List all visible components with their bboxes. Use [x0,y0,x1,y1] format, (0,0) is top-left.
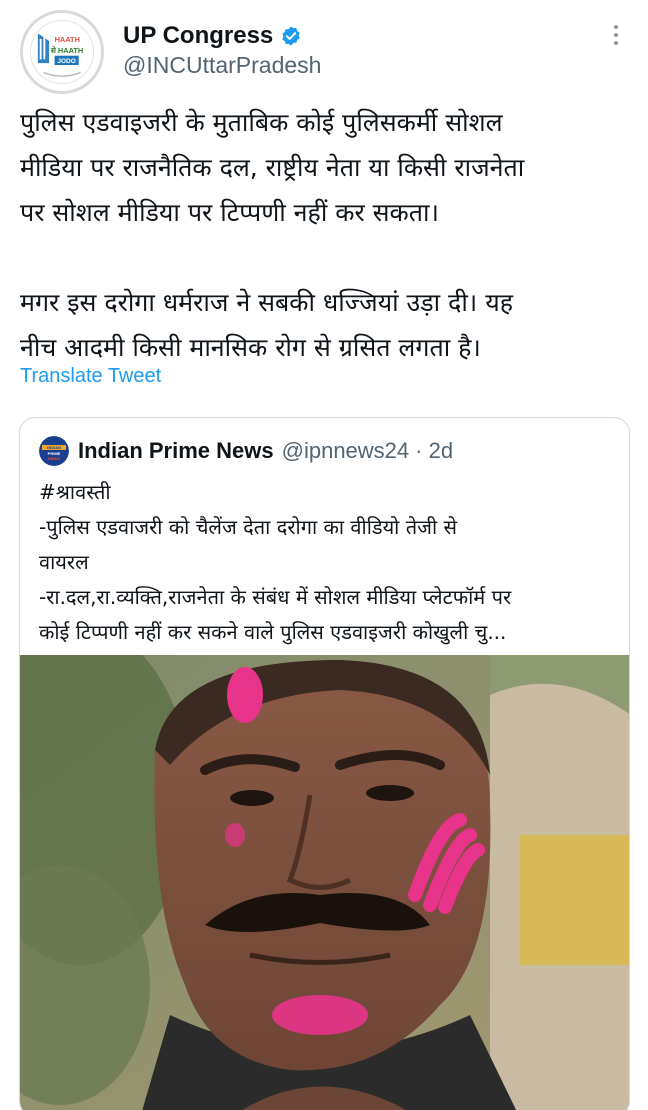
logo-text-line-1: INDIAN [47,445,61,450]
quoted-tweet-text: #श्रावस्ती -पुलिस एडवाजरी को चैलेंज देता… [39,475,619,650]
quoted-text-line: वायरल [39,550,89,574]
quoted-tweet-header: INDIAN PRIME NEWS Indian Prime News @ipn… [39,436,453,466]
quoted-text-line: -पुलिस एडवाजरी को चैलेंज देता दरोगा का व… [39,515,458,539]
quoted-author-display-name[interactable]: Indian Prime News [78,438,274,464]
verified-badge-icon [282,26,300,46]
logo-text-line-1: HAATH [55,35,80,44]
tweet-text-line: मगर इस दरोगा धर्मराज ने सबकी धज्जियां उड… [20,288,513,317]
quoted-text-line: -रा.दल,रा.व्यक्ति,राजनेता के संबंध में स… [39,585,512,609]
tweet-text-line: मीडिया पर राजनैतिक दल, राष्ट्रीय नेता या… [20,153,525,182]
quoted-tweet-time[interactable]: · 2d [415,438,453,464]
quoted-author-handle[interactable]: @ipnnews24 [282,438,410,464]
tweet-text-line: पुलिस एडवाइजरी के मुताबिक कोई पुलिसकर्मी… [20,108,503,137]
author-handle[interactable]: @INCUttarPradesh [123,52,321,79]
tweet-text-line: पर सोशल मीडिया पर टिप्पणी नहीं कर सकता। [20,198,439,227]
indian-prime-news-logo: INDIAN PRIME NEWS [39,436,69,466]
more-options-icon[interactable] [603,20,629,50]
video-frame-image [20,655,629,1110]
quoted-author-avatar[interactable]: INDIAN PRIME NEWS [39,436,69,466]
logo-text-line-2: से HAATH [50,46,83,55]
logo-text-line-3: JODO [57,58,75,65]
author-avatar[interactable]: HAATH से HAATH JODO [20,10,104,94]
tweet-header: HAATH से HAATH JODO UP Congress @INCUtta… [0,0,648,94]
quoted-tweet-card[interactable]: INDIAN PRIME NEWS Indian Prime News @ipn… [19,417,630,1110]
logo-text-line-3: NEWS [48,456,60,461]
quoted-tweet-video-thumbnail[interactable] [20,655,629,1110]
haath-se-haath-jodo-logo: HAATH से HAATH JODO [23,13,101,91]
author-name-row: UP Congress [123,20,302,52]
quoted-text-line: कोई टिप्पणी नहीं कर सकने वाले पुलिस एडवा… [39,620,507,644]
translate-tweet-link[interactable]: Translate Tweet [20,365,161,388]
quoted-text-line: #श्रावस्ती [39,480,111,504]
author-display-name[interactable]: UP Congress [123,22,273,50]
tweet-text: पुलिस एडवाइजरी के मुताबिक कोई पुलिसकर्मी… [20,100,628,370]
tweet-text-line: नीच आदमी किसी मानसिक रोग से ग्रसित लगता … [20,333,481,362]
